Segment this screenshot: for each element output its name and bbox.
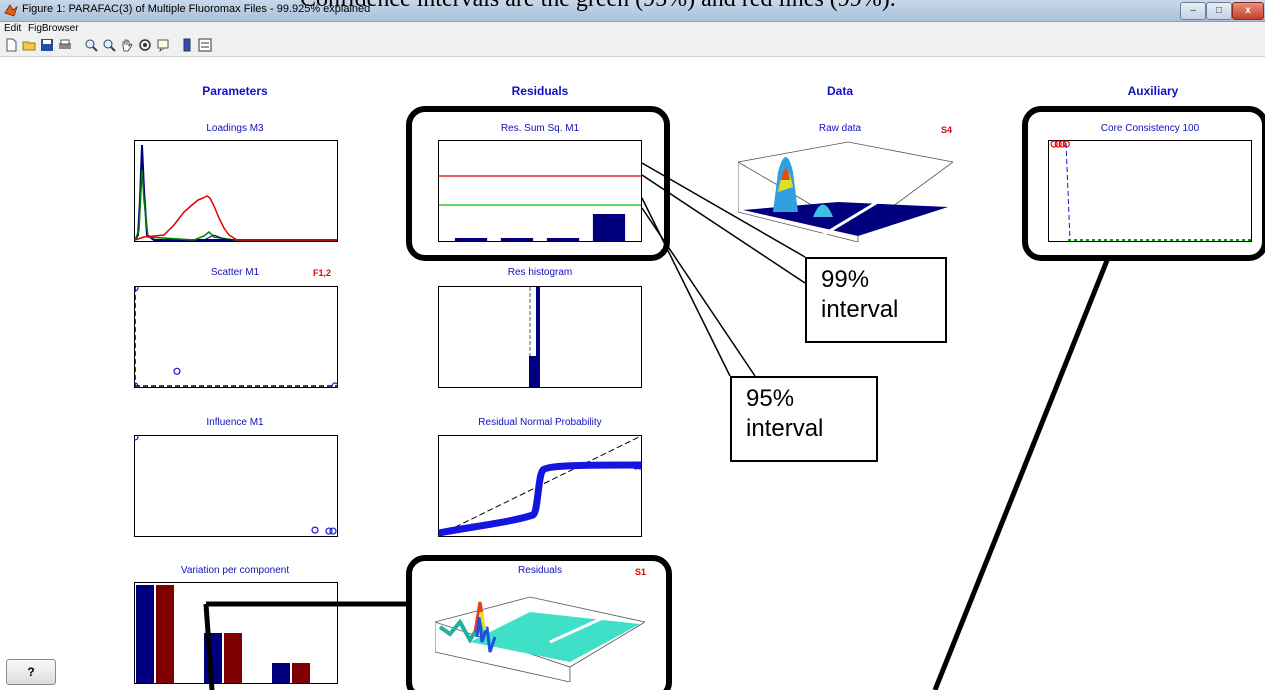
residuals-tag: S1 <box>635 567 647 577</box>
callout-95-line2: interval <box>746 415 824 442</box>
reshist-axes[interactable] <box>438 286 642 388</box>
callout-99-interval: 99% interval <box>805 257 947 343</box>
menubar: Edit FigBrowser <box>0 22 1265 36</box>
ressum-bar-4 <box>592 214 626 241</box>
ressum-bar-2 <box>500 238 534 241</box>
variation-bar-2-blue <box>204 633 222 683</box>
ressum-bar-3 <box>546 238 580 241</box>
pan-hand-icon[interactable] <box>120 38 134 52</box>
title-variation: Variation per component <box>180 565 290 576</box>
title-residuals: Residuals <box>518 565 562 576</box>
scatter-axes[interactable] <box>134 286 338 388</box>
legend-icon[interactable] <box>198 38 212 52</box>
variation-bar-3-darkred <box>292 663 310 683</box>
ressum-axes[interactable] <box>438 140 642 242</box>
overlay-caption: Confidence intervals are the green (95%)… <box>300 0 1160 13</box>
title-reshist: Res histogram <box>507 267 573 278</box>
variation-bar-1-darkred <box>156 585 174 683</box>
title-influence: Influence M1 <box>206 417 264 428</box>
normprob-axes[interactable] <box>438 435 642 537</box>
callout-99-line2: interval <box>821 296 899 323</box>
callout-95-interval: 95% interval <box>730 376 878 462</box>
save-icon[interactable] <box>40 38 54 52</box>
ressum-bar-1 <box>454 238 488 241</box>
title-ressum: Res. Sum Sq. M1 <box>500 123 580 134</box>
rotate-3d-icon[interactable] <box>138 38 152 52</box>
title-scatter: Scatter M1 <box>210 267 260 278</box>
maximize-button[interactable]: □ <box>1206 2 1232 20</box>
title-normprob: Residual Normal Probability <box>478 417 602 428</box>
open-folder-icon[interactable] <box>22 38 36 52</box>
header-residuals: Residuals <box>511 84 569 98</box>
variation-bar-3-blue <box>272 663 290 683</box>
residuals-surface[interactable] <box>435 582 645 682</box>
corecons-axes[interactable] <box>1048 140 1252 242</box>
header-data: Data <box>826 84 853 98</box>
close-button[interactable]: x <box>1232 2 1264 20</box>
variation-axes[interactable] <box>134 582 338 684</box>
zoom-out-icon[interactable] <box>102 38 116 52</box>
matlab-app-icon <box>4 4 18 17</box>
colorbar-icon[interactable] <box>180 38 194 52</box>
hist-bar-tall <box>536 287 540 387</box>
data-cursor-icon[interactable] <box>156 38 170 52</box>
variation-bar-1-blue <box>136 585 154 683</box>
loadings-axes[interactable] <box>134 140 338 242</box>
callout-95-line1: 95% <box>746 385 795 412</box>
menu-edit[interactable]: Edit <box>4 23 21 34</box>
toolbar <box>0 36 1265 57</box>
variation-bar-2-darkred <box>224 633 242 683</box>
zoom-in-icon[interactable] <box>84 38 98 52</box>
title-corecons: Core Consistency 100 <box>1100 123 1200 134</box>
title-loadings: Loadings M3 <box>206 123 264 134</box>
new-file-icon[interactable] <box>4 38 18 52</box>
header-auxiliary: Auxiliary <box>1127 84 1179 98</box>
help-button[interactable]: ? <box>6 659 56 685</box>
rawdata-surface[interactable] <box>738 132 953 242</box>
influence-axes[interactable] <box>134 435 338 537</box>
minimize-button[interactable]: – <box>1180 2 1206 20</box>
callout-99-line1: 99% <box>821 266 870 293</box>
print-icon[interactable] <box>58 38 72 52</box>
header-parameters: Parameters <box>202 84 268 98</box>
scatter-tag: F1,2 <box>313 268 332 278</box>
menu-figbrowser[interactable]: FigBrowser <box>28 23 79 34</box>
